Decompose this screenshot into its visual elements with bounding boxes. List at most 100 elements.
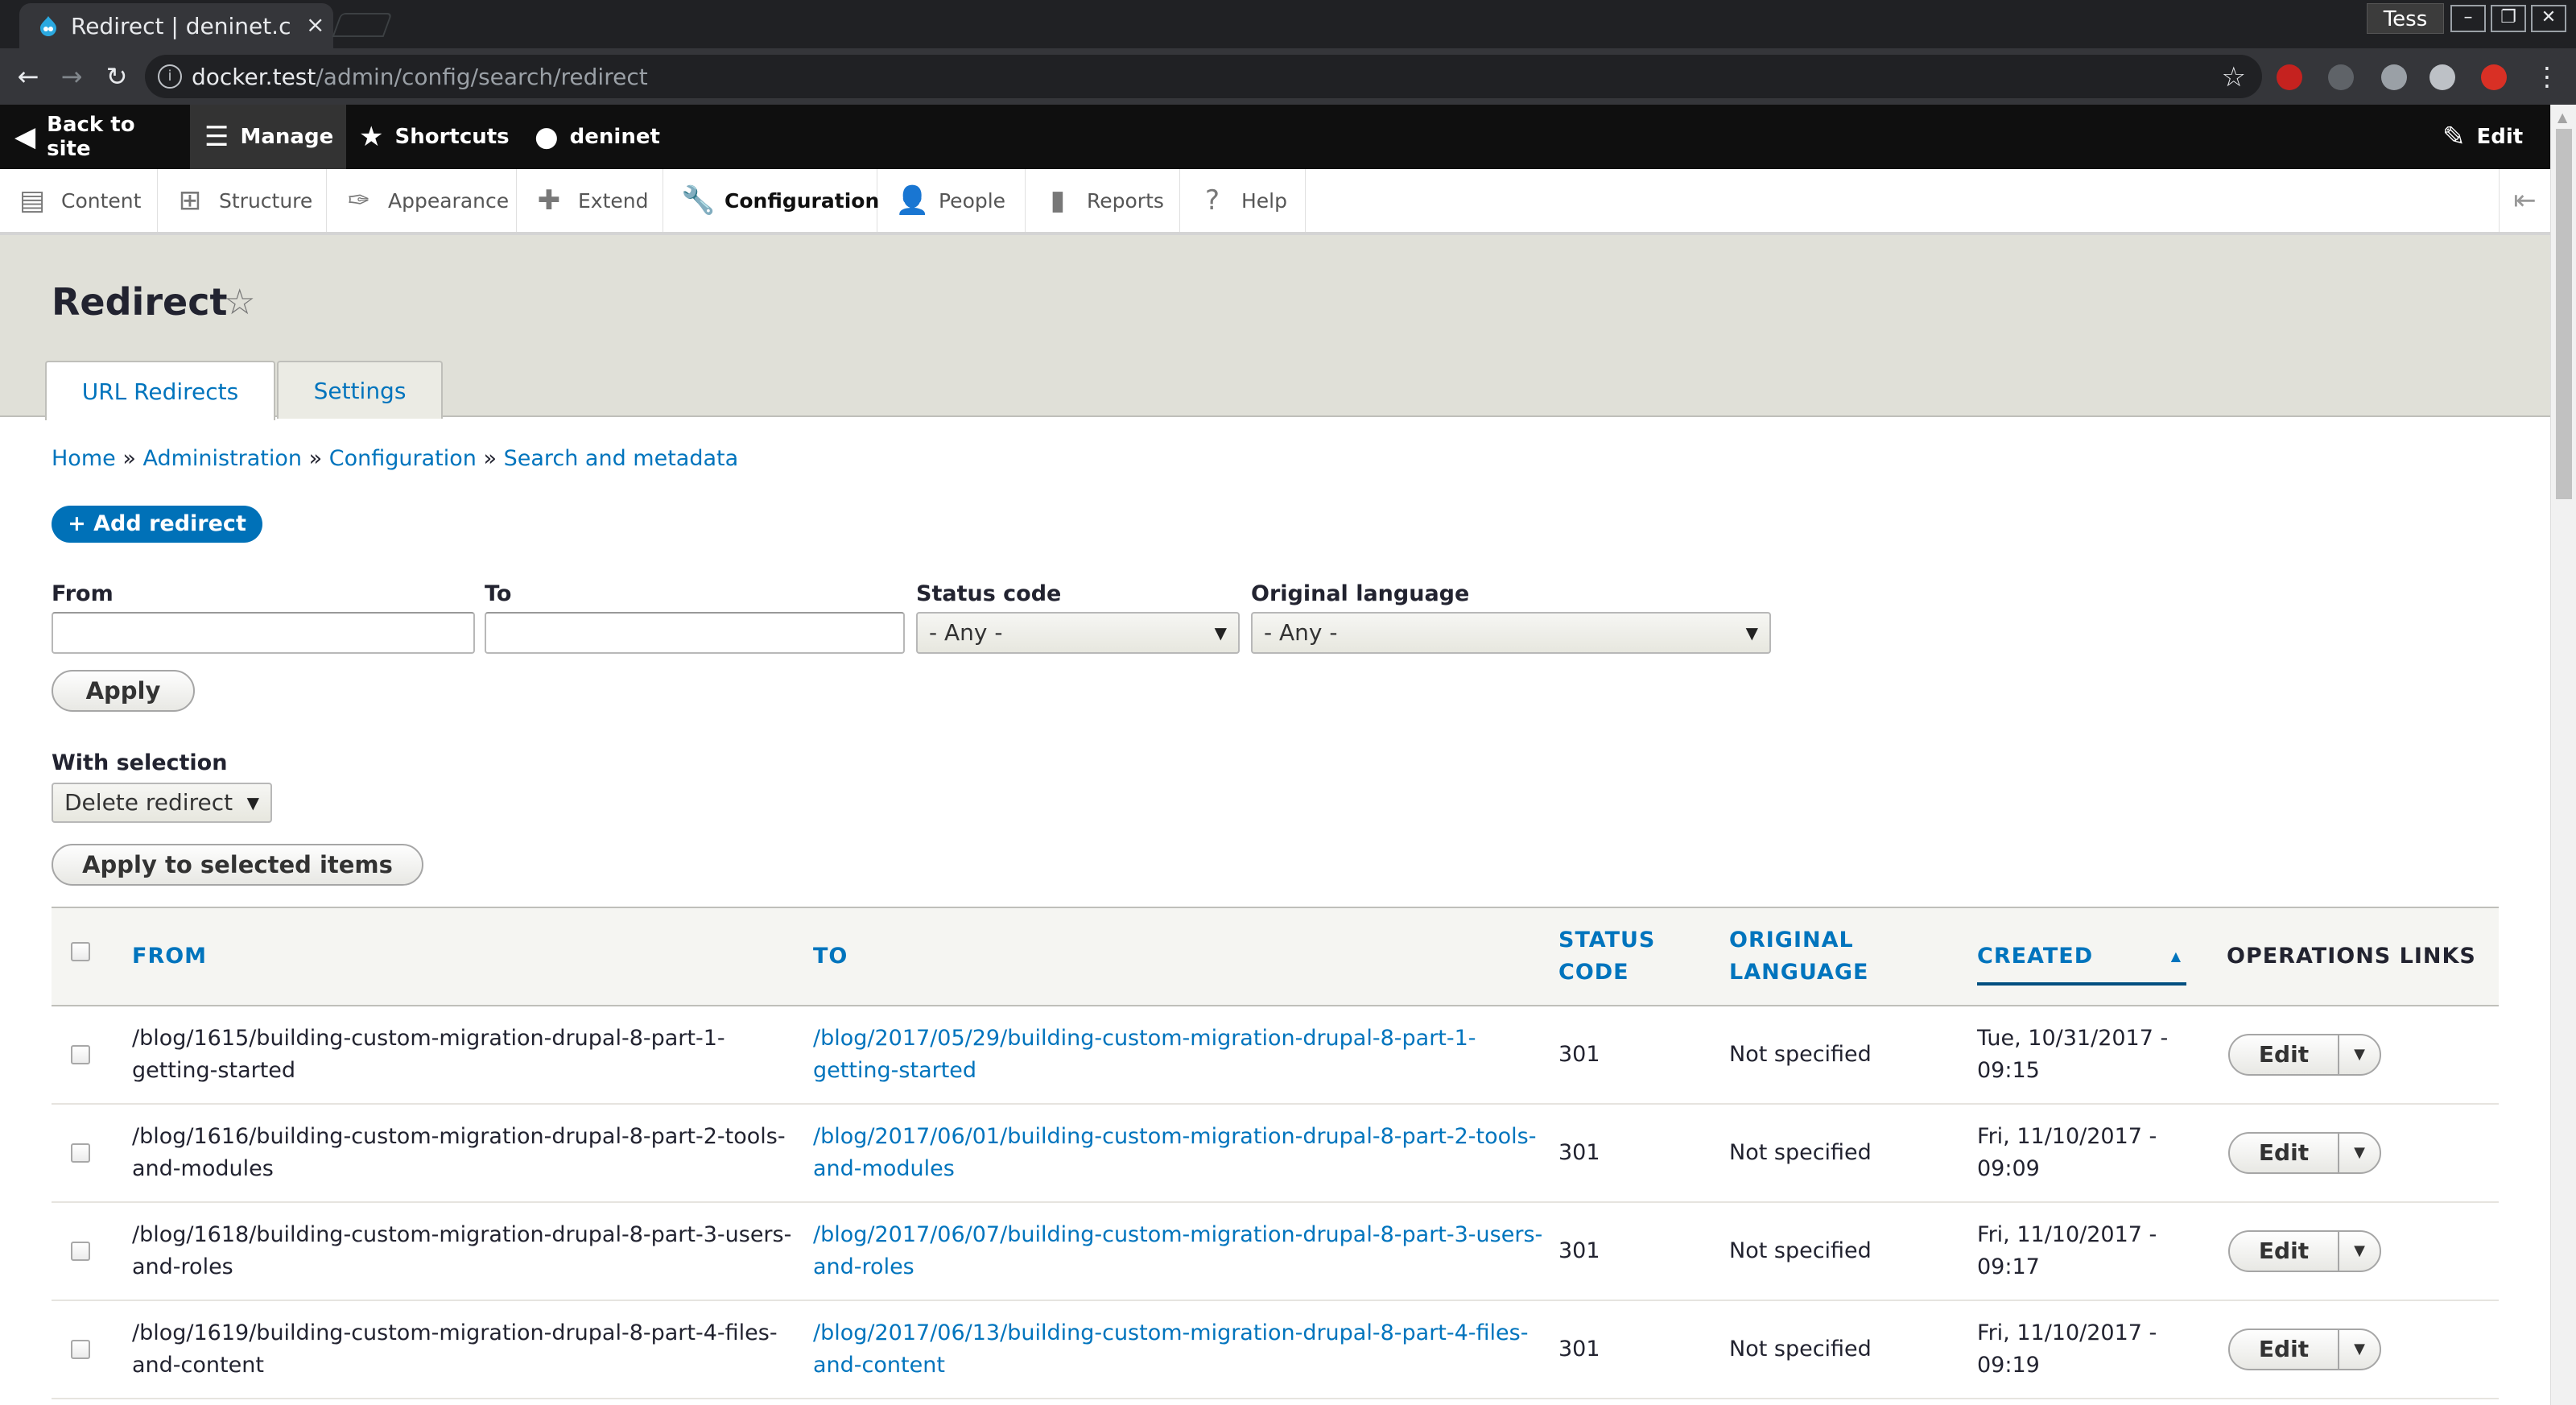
forward-arrow-icon[interactable]: → [56, 61, 87, 92]
th-original-language[interactable]: ORIGINAL LANGUAGE [1729, 924, 1868, 989]
shortcuts-star-icon: ★ [359, 121, 384, 153]
chevron-down-icon: ▼ [1745, 623, 1758, 643]
back-arrow-icon[interactable]: ← [13, 61, 43, 92]
close-window-button[interactable]: ✕ [2531, 5, 2566, 32]
row-operations: Edit ▼ [2228, 1132, 2381, 1174]
select-all-checkbox[interactable] [71, 942, 90, 961]
user-icon: ● [535, 121, 559, 153]
hamburger-icon: ☰ [204, 121, 229, 153]
chevron-down-icon[interactable]: ▼ [2339, 1330, 2380, 1369]
chevron-down-icon: ▼ [246, 793, 259, 812]
row-operations: Edit ▼ [2228, 1034, 2381, 1076]
extend-icon: ✚ [537, 184, 561, 217]
edit-button[interactable]: Edit [2230, 1134, 2339, 1172]
tab-settings[interactable]: Settings [277, 361, 443, 419]
tray-item-content[interactable]: ▤ Content [0, 169, 158, 232]
edit-button[interactable]: Edit [2230, 1035, 2339, 1074]
url-text[interactable]: docker.test/admin/config/search/redirect [192, 64, 648, 90]
breadcrumb-search-metadata[interactable]: Search and metadata [504, 446, 739, 471]
address-bar[interactable]: i docker.test/admin/config/search/redire… [145, 55, 2262, 98]
breadcrumb-configuration[interactable]: Configuration [329, 446, 477, 471]
th-status-code[interactable]: STATUS CODE [1558, 924, 1655, 989]
lock-extension-icon[interactable] [2481, 64, 2507, 90]
tray-item-reports[interactable]: ▮ Reports [1026, 169, 1180, 232]
edit-button[interactable]: Edit [2230, 1232, 2339, 1271]
status-code-select[interactable]: - Any - ▼ [916, 612, 1240, 654]
add-redirect-button[interactable]: + Add redirect [52, 506, 262, 543]
chevron-down-icon[interactable]: ▼ [2339, 1134, 2380, 1172]
row-checkbox[interactable] [71, 1340, 90, 1359]
row-status: 301 [1558, 1140, 1600, 1165]
tab-url-redirects[interactable]: URL Redirects [45, 361, 275, 420]
from-input[interactable] [52, 612, 475, 654]
th-from[interactable]: FROM [132, 940, 207, 973]
apply-selected-button[interactable]: Apply to selected items [52, 844, 423, 886]
row-checkbox[interactable] [71, 1242, 90, 1261]
table-row: /blog/1615/building-custom-migration-dru… [52, 1006, 2499, 1105]
th-to[interactable]: TO [813, 940, 848, 973]
extension-icon-2[interactable] [2429, 64, 2455, 90]
browser-menu-icon[interactable]: ⋮ [2534, 61, 2560, 92]
row-language: Not specified [1729, 1042, 1872, 1067]
tray-item-structure[interactable]: ⊞ Structure [158, 169, 327, 232]
tray-item-extend[interactable]: ✚ Extend [517, 169, 663, 232]
with-selection-label: With selection [52, 750, 228, 775]
to-input[interactable] [485, 612, 905, 654]
favorite-star-icon[interactable]: ☆ [224, 282, 255, 323]
structure-icon: ⊞ [178, 184, 202, 217]
breadcrumb-home[interactable]: Home [52, 446, 116, 471]
tray-item-appearance[interactable]: ✑ Appearance [327, 169, 517, 232]
new-tab-button[interactable] [332, 13, 393, 37]
edit-button[interactable]: Edit [2230, 1330, 2339, 1369]
from-label: From [52, 581, 114, 606]
row-to-link[interactable]: /blog/2017/05/29/building-custom-migrati… [813, 1023, 1476, 1087]
tray-item-people[interactable]: 👤 People [877, 169, 1026, 232]
info-icon[interactable]: i [158, 64, 182, 89]
user-tab[interactable]: ● deninet [535, 105, 679, 169]
table-row: /blog/1616/building-custom-migration-dru… [52, 1105, 2499, 1203]
tray-item-help[interactable]: ? Help [1180, 169, 1306, 232]
manage-tab[interactable]: ☰ Manage [190, 105, 346, 169]
row-operations: Edit ▼ [2228, 1329, 2381, 1370]
shortcuts-tab[interactable]: ★ Shortcuts [359, 105, 520, 169]
reports-icon: ▮ [1050, 184, 1066, 217]
original-language-select[interactable]: - Any - ▼ [1251, 612, 1771, 654]
bookmark-star-icon[interactable]: ☆ [2222, 61, 2246, 93]
table-header: FROM TO STATUS CODE ORIGINAL LANGUAGE CR… [52, 907, 2499, 1006]
extension-icon[interactable] [2381, 64, 2407, 90]
back-to-site-link[interactable]: ◀ Back to site [14, 105, 184, 169]
settings-extension-icon[interactable] [2328, 64, 2354, 90]
ublock-extension-icon[interactable] [2277, 64, 2302, 90]
original-language-label: Original language [1251, 581, 1470, 606]
restore-button[interactable]: ❐ [2491, 5, 2526, 32]
people-icon: 👤 [895, 184, 930, 217]
bulk-action-select[interactable]: Delete redirect ▼ [52, 783, 272, 823]
chevron-down-icon[interactable]: ▼ [2339, 1232, 2380, 1271]
scroll-up-icon[interactable]: ▲ [2557, 110, 2567, 125]
profile-button[interactable]: Tess [2367, 3, 2444, 34]
scroll-thumb[interactable] [2556, 129, 2572, 499]
collapse-tray-icon[interactable]: ⇤ [2499, 169, 2550, 232]
row-checkbox[interactable] [71, 1045, 90, 1064]
th-created[interactable]: CREATED ▲ [1977, 940, 2186, 986]
apply-filter-button[interactable]: Apply [52, 670, 195, 712]
configuration-icon: 🔧 [681, 184, 716, 217]
row-created: Fri, 11/10/2017 -09:19 [1977, 1320, 2157, 1378]
row-checkbox[interactable] [71, 1143, 90, 1163]
page-scrollbar[interactable]: ▲ [2550, 105, 2576, 1405]
tab-close-icon[interactable]: × [306, 11, 324, 38]
browser-tab[interactable]: Redirect | deninet.c × [19, 3, 333, 48]
row-status: 301 [1558, 1337, 1600, 1362]
row-to-link[interactable]: /blog/2017/06/07/building-custom-migrati… [813, 1219, 1542, 1283]
reload-icon[interactable]: ↻ [101, 61, 132, 92]
row-to-link[interactable]: /blog/2017/06/01/building-custom-migrati… [813, 1121, 1537, 1185]
minimize-button[interactable]: – [2450, 5, 2486, 32]
pencil-icon: ✎ [2442, 121, 2466, 153]
chevron-down-icon[interactable]: ▼ [2339, 1035, 2380, 1074]
help-icon: ? [1204, 184, 1220, 217]
tray-item-configuration[interactable]: 🔧 Configuration [663, 169, 879, 232]
row-from: /blog/1616/building-custom-migration-dru… [132, 1124, 786, 1181]
row-to-link[interactable]: /blog/2017/06/13/building-custom-migrati… [813, 1317, 1528, 1382]
breadcrumb-administration[interactable]: Administration [142, 446, 302, 471]
edit-toggle[interactable]: ✎ Edit [2442, 105, 2539, 169]
